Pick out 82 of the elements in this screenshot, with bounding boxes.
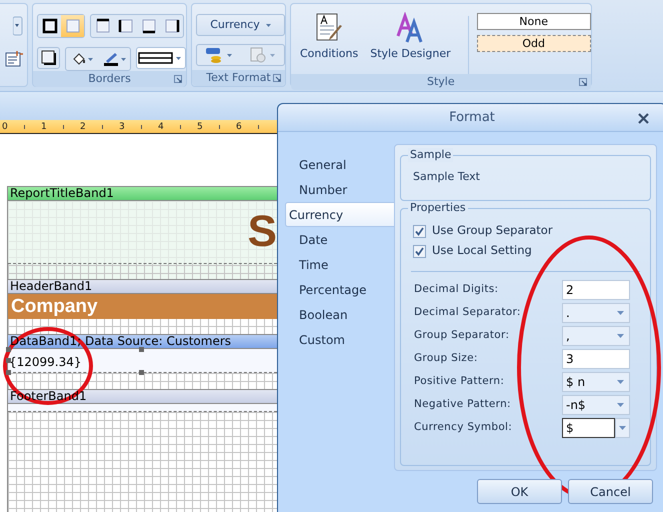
field-label: Negative Pattern: [414, 396, 512, 412]
report-title-text: S [248, 210, 277, 254]
dropdown-field[interactable]: -n$ [562, 394, 630, 414]
style-tool-button[interactable]: Conditions [297, 12, 362, 74]
resize-handle[interactable] [139, 347, 144, 352]
category-item[interactable]: Time [285, 252, 394, 277]
field-label: Decimal Separator: [414, 304, 522, 320]
band-label: HeaderBand1 [10, 280, 92, 293]
ruler-number: 1 [40, 122, 47, 132]
dialog-launcher-icon[interactable] [578, 78, 587, 86]
field-label: Group Size: [414, 350, 479, 366]
caret-icon [617, 310, 624, 314]
group-label: Borders [88, 70, 131, 87]
style-item[interactable]: None [476, 13, 591, 30]
caret-icon [120, 58, 126, 60]
category-item[interactable]: Currency [285, 202, 394, 227]
style-item[interactable]: Odd [476, 35, 591, 52]
caret-icon [227, 54, 232, 56]
sample-text: Sample Text [412, 169, 481, 185]
resize-handle[interactable] [6, 347, 11, 352]
caret-icon [617, 402, 624, 406]
group-label: Style [427, 74, 455, 90]
ruler-number: 3 [118, 122, 125, 132]
format-dropdown[interactable]: Currency [196, 14, 285, 36]
dialog-button[interactable]: OK [477, 479, 562, 504]
caret-icon [619, 426, 626, 430]
category-item[interactable]: General [285, 152, 394, 177]
dropdown-field[interactable]: , [562, 326, 630, 346]
caret-icon [617, 334, 624, 338]
ruler-number: 5 [196, 122, 203, 132]
resize-handle[interactable] [6, 370, 11, 375]
resize-handle[interactable] [6, 358, 11, 363]
checkbox-label: Use Local Setting [432, 242, 532, 260]
group-legend: Sample [408, 148, 454, 162]
column-header-text: Company [8, 294, 277, 319]
dialog-launcher-icon[interactable] [174, 75, 182, 83]
dialog-title: Format [449, 108, 495, 127]
category-item[interactable]: Number [285, 177, 394, 202]
field-label: Group Separator: [414, 328, 510, 343]
checkbox[interactable] [413, 244, 426, 258]
category-item[interactable]: Custom [285, 327, 394, 352]
field-label: Currency Symbol: [414, 420, 514, 435]
style-tool-button[interactable]: Style Designer [367, 12, 454, 74]
caret-icon [176, 56, 181, 60]
border-style-dropdown[interactable] [136, 47, 186, 69]
caret-icon [617, 380, 624, 384]
pen-icon [102, 51, 118, 67]
report-settings-icon[interactable] [5, 50, 23, 68]
dropdown-icon[interactable] [13, 16, 23, 36]
dialog-launcher-icon[interactable] [273, 74, 281, 82]
category-item[interactable]: Percentage [285, 277, 394, 302]
document-clock-icon [250, 47, 266, 63]
ruler-number: 6 [235, 122, 242, 132]
resize-handle[interactable] [139, 370, 144, 375]
coins-icon [205, 47, 224, 63]
category-item[interactable]: Boolean [285, 302, 394, 327]
input-field[interactable]: 2 [562, 280, 630, 300]
paint-bucket-icon [72, 52, 86, 66]
ruler-number: 4 [157, 122, 164, 132]
band-header[interactable]: ReportTitleBand1 [8, 186, 277, 201]
dialog-button[interactable]: Cancel [568, 479, 653, 504]
input-field[interactable]: 3 [562, 348, 630, 368]
band-label: ReportTitleBand1 [10, 187, 114, 200]
field-label: Decimal Digits: [414, 282, 500, 297]
checkbox-label: Use Group Separator [432, 222, 553, 240]
caret-icon [266, 24, 271, 26]
dropdown-field[interactable]: $ n [562, 372, 630, 392]
group-label: Text Format [206, 70, 271, 86]
ruler-number: 0 [1, 122, 8, 132]
ruler-number: 2 [79, 122, 86, 132]
dropdown-field[interactable]: . [562, 302, 630, 322]
field-label: Positive Pattern: [414, 374, 506, 389]
shadow-button[interactable] [37, 47, 60, 69]
group-legend: Properties [408, 201, 468, 215]
caret-icon [88, 58, 92, 60]
close-icon[interactable] [638, 113, 649, 124]
letters-icon [395, 12, 426, 44]
band-header[interactable]: HeaderBand1 [8, 279, 277, 294]
checkbox[interactable] [413, 224, 426, 238]
category-item[interactable]: Date [285, 227, 394, 252]
data-field-text[interactable]: {12099.34} [8, 355, 82, 369]
caret-icon [270, 54, 275, 56]
